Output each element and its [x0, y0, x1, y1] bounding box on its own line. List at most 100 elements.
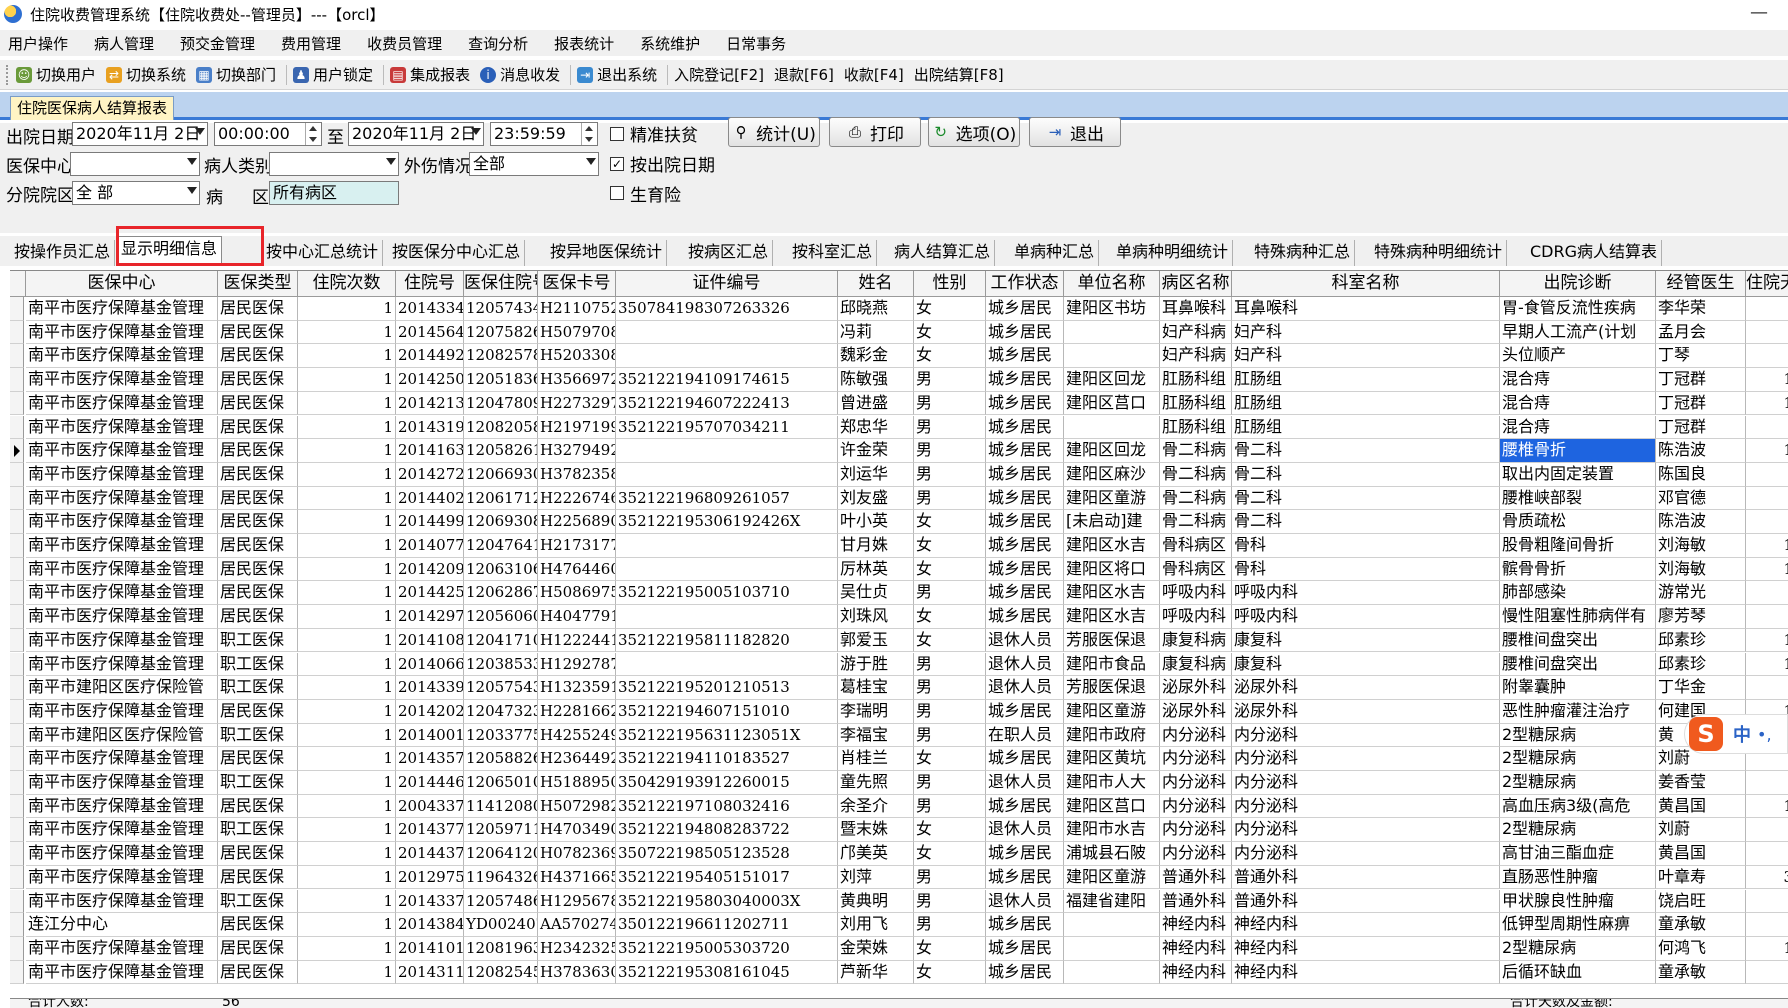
table-cell[interactable]: 南平市医疗保障基金管理 [26, 889, 218, 914]
table-cell[interactable]: 普通外科 [1160, 889, 1232, 914]
table-cell[interactable]: H2173177 [538, 534, 616, 558]
row-indicator[interactable] [10, 747, 24, 771]
table-cell[interactable]: 南平市医疗保障基金管理 [26, 960, 218, 985]
column-header[interactable]: 病区名称 [1160, 271, 1232, 297]
table-row[interactable]: 南平市医疗保障基金管理 职工医保 1 2014337 12057486 H1295678 3… [10, 889, 1788, 914]
table-cell[interactable]: 骨二科 [1232, 439, 1500, 463]
table-cell[interactable]: 12082578 [464, 344, 538, 369]
table-cell[interactable]: 2014209 [396, 557, 464, 582]
table-cell[interactable]: 男 [914, 723, 986, 748]
table-cell[interactable]: 退休人员 [986, 889, 1064, 914]
table-cell[interactable]: 建阳区麻沙 [1064, 462, 1160, 487]
poverty-checkbox[interactable] [610, 127, 624, 141]
subtab-by-operator[interactable]: 按操作员汇总 [10, 240, 116, 266]
table-cell[interactable]: 芦新华 [838, 960, 914, 985]
table-cell[interactable] [616, 344, 838, 369]
column-header[interactable]: 工作状态 [986, 271, 1064, 297]
table-cell[interactable]: 352122194110183527 [616, 747, 838, 771]
table-cell[interactable]: 12062867 [464, 581, 538, 606]
row-indicator[interactable] [10, 913, 24, 937]
table-cell[interactable]: 内分泌科 [1160, 747, 1232, 771]
table-cell[interactable]: 内分泌科 [1232, 771, 1500, 795]
table-cell[interactable]: 2014213 [396, 391, 464, 416]
table-cell[interactable]: 南平市医疗保障基金管理 [26, 628, 218, 653]
table-cell[interactable]: 12047641 [464, 534, 538, 558]
table-cell[interactable]: 352122195707034211 [616, 415, 838, 440]
table-cell[interactable]: 浦城县石陂 [1064, 842, 1160, 866]
integrated-report-button[interactable]: ▤ 集成报表 [390, 64, 470, 85]
table-cell[interactable]: 居民医保 [218, 391, 298, 416]
table-cell[interactable]: 男 [914, 415, 986, 440]
table-cell[interactable]: 陈国良 [1656, 462, 1746, 487]
table-cell[interactable]: 352122195405151017 [616, 865, 838, 890]
table-row[interactable]: 南平市医疗保障基金管理 居民医保 1 2014334 12057434 H2110752 3… [10, 297, 1788, 321]
subtab-cdrg-settlement[interactable]: CDRG病人结算表 [1526, 240, 1663, 266]
menu-fee-mgmt[interactable]: 费用管理 [277, 33, 345, 54]
table-cell[interactable]: 建阳区将口 [1064, 557, 1160, 582]
table-cell[interactable]: 后循环缺血 [1500, 960, 1656, 985]
table-cell[interactable]: 厉林英 [838, 557, 914, 582]
table-cell[interactable]: 城乡居民 [986, 865, 1064, 890]
subtab-patient-settlement[interactable]: 病人结算汇总 [890, 240, 996, 266]
table-row[interactable]: 南平市医疗保障基金管理 居民医保 1 2012975 11964326 H4371665 3… [10, 865, 1788, 890]
table-cell[interactable]: 居民医保 [218, 486, 298, 511]
table-cell[interactable]: 胃-食管反流性疾病 [1500, 297, 1656, 321]
patient-type-select[interactable] [269, 152, 399, 176]
row-indicator[interactable] [10, 605, 24, 629]
table-cell[interactable] [616, 557, 838, 582]
table-cell[interactable]: 呼吸内科 [1160, 605, 1232, 629]
table-cell[interactable]: 刘萍 [838, 865, 914, 890]
table-cell[interactable]: 骨二科 [1232, 486, 1500, 511]
injury-select[interactable]: 全部 [469, 152, 599, 176]
table-cell[interactable]: 2012975 [396, 865, 464, 890]
table-cell[interactable]: 神经内科 [1160, 913, 1232, 937]
table-cell[interactable]: 退休人员 [986, 771, 1064, 795]
table-cell[interactable]: 耳鼻喉科 [1160, 297, 1232, 321]
table-cell[interactable]: 城乡居民 [986, 913, 1064, 937]
table-cell[interactable]: 352122195308161045 [616, 960, 838, 985]
table-row[interactable]: 南平市医疗保障基金管理 居民医保 1 2014209 12063106 H4764460 厉… [10, 557, 1788, 582]
table-cell[interactable]: 骨科病区 [1160, 534, 1232, 558]
table-cell[interactable]: 1 [298, 462, 396, 487]
table-cell[interactable]: 城乡居民 [986, 842, 1064, 866]
table-cell[interactable]: 1 [298, 368, 396, 392]
table-cell[interactable]: 女 [914, 842, 986, 866]
table-cell[interactable]: 建阳区莒口 [1064, 391, 1160, 416]
table-cell[interactable]: 2014272 [396, 462, 464, 487]
table-cell[interactable]: 南平市医疗保障基金管理 [26, 699, 218, 724]
table-cell[interactable]: 城乡居民 [986, 605, 1064, 629]
table-row[interactable]: 南平市医疗保障基金管理 居民医保 1 2004337 11412080 H5072982 3… [10, 794, 1788, 819]
table-cell[interactable]: 1 [298, 557, 396, 582]
table-cell[interactable]: 肛肠组 [1232, 415, 1500, 440]
table-cell[interactable]: 女 [914, 628, 986, 653]
table-cell[interactable]: 2014163 [396, 439, 464, 463]
table-cell[interactable]: 神经内科 [1232, 960, 1500, 985]
table-cell[interactable]: 葛桂宝 [838, 676, 914, 700]
table-cell[interactable] [1064, 344, 1160, 369]
menu-patient-mgmt[interactable]: 病人管理 [90, 33, 158, 54]
table-cell[interactable]: 1 [298, 676, 396, 700]
table-row[interactable]: 南平市医疗保障基金管理 职工医保 1 2014446 12065010 H5188950 3… [10, 771, 1788, 795]
table-cell[interactable]: 普通外科 [1232, 889, 1500, 914]
table-cell[interactable]: H4703490 [538, 818, 616, 843]
table-row[interactable]: 南平市建阳区医疗保险管 职工医保 1 2014001 12033775 H4255249 3… [10, 723, 1788, 748]
table-cell[interactable]: 1 [1746, 937, 1788, 961]
table-cell[interactable]: 直肠恶性肿瘤 [1500, 865, 1656, 890]
table-cell[interactable]: 南平市医疗保障基金管理 [26, 391, 218, 416]
table-cell[interactable]: 12082545 [464, 960, 538, 985]
table-cell[interactable]: 泌尿外科 [1232, 676, 1500, 700]
table-cell[interactable]: 居民医保 [218, 439, 298, 463]
table-cell[interactable]: 男 [914, 581, 986, 606]
table-cell[interactable]: 南平市医疗保障基金管理 [26, 652, 218, 677]
table-cell[interactable]: 游常光 [1656, 581, 1746, 606]
table-row[interactable]: 南平市医疗保障基金管理 居民医保 1 2014402 12061712 H2226746 3… [10, 486, 1788, 511]
table-cell[interactable]: 12057543 [464, 676, 538, 700]
table-cell[interactable]: 芳服医保退 [1064, 676, 1160, 700]
table-cell[interactable]: [未启动]建 [1064, 510, 1160, 534]
row-indicator[interactable] [10, 936, 24, 961]
table-cell[interactable]: 350784198307263326 [616, 297, 838, 321]
table-cell[interactable]: 2014108 [396, 628, 464, 653]
table-cell[interactable]: 陈浩波 [1656, 510, 1746, 534]
table-cell[interactable]: 352122196809261057 [616, 486, 838, 511]
table-cell[interactable]: 居民医保 [218, 368, 298, 392]
